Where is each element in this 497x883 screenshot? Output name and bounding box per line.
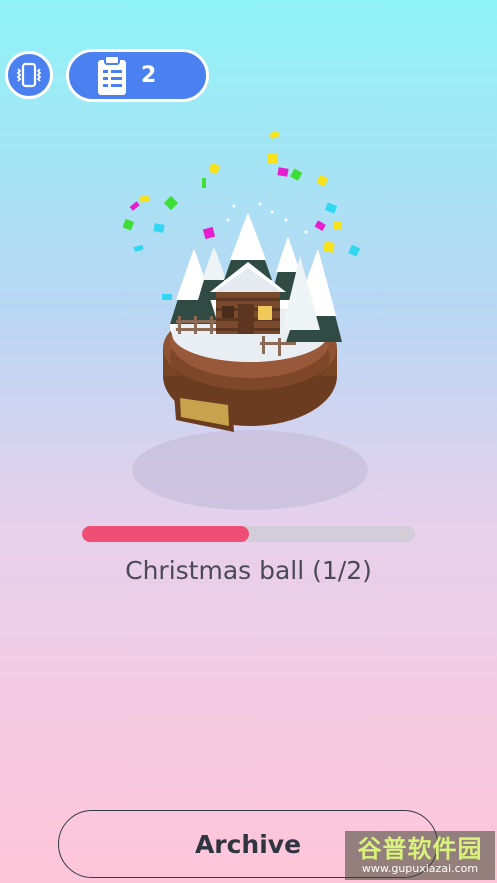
level-progress-bar (82, 526, 415, 542)
phone-vibrate-icon (16, 62, 42, 88)
tasks-button[interactable]: 2 (66, 49, 209, 102)
vibration-toggle-button[interactable] (5, 51, 53, 99)
snowflakes (226, 202, 308, 234)
level-progress-fill (82, 526, 249, 542)
clipboard-checklist-icon (95, 54, 129, 97)
watermark-logo-text: 谷普软件园 (357, 835, 483, 863)
tasks-count: 2 (141, 63, 157, 88)
site-watermark: 谷普软件园 www.gupuxiazai.com (345, 831, 495, 880)
level-title: Christmas ball (1/2) (125, 556, 372, 585)
globe-shadow (132, 430, 368, 510)
snow-globe-scene (122, 130, 368, 510)
watermark-url: www.gupuxiazai.com (361, 862, 479, 875)
